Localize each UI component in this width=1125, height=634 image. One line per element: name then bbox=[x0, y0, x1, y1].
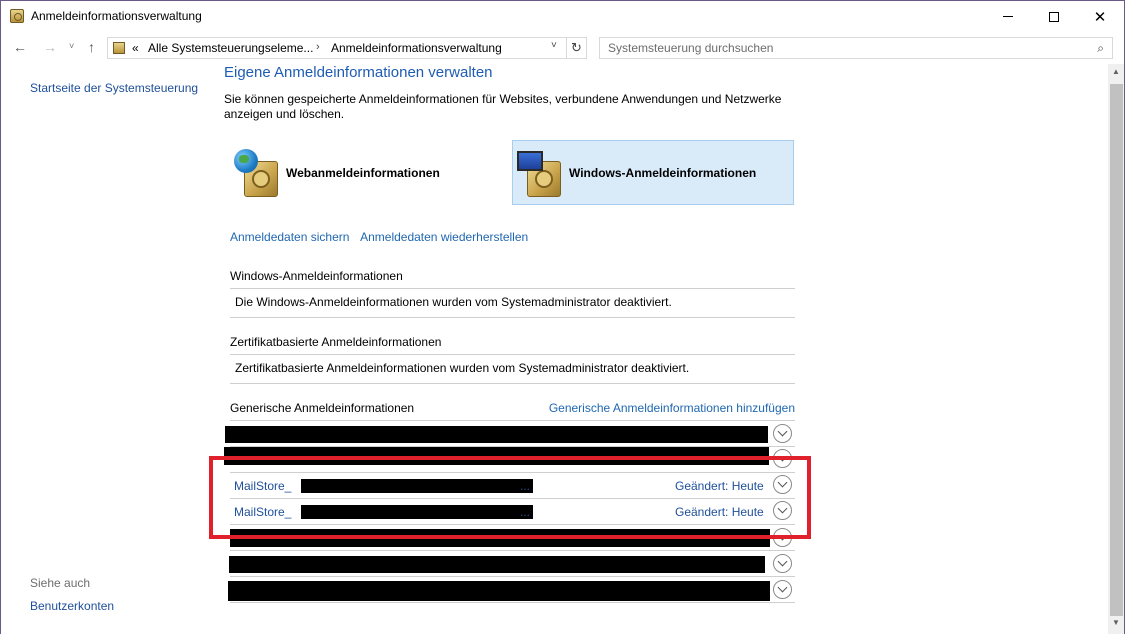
control-panel-icon bbox=[113, 42, 125, 54]
minimize-icon bbox=[1003, 16, 1013, 17]
backup-credentials-link[interactable]: Anmeldedaten sichern bbox=[230, 230, 349, 244]
title-bar: Anmeldeinformationsverwaltung ✕ bbox=[0, 0, 1125, 32]
credential-name[interactable]: MailStore_ bbox=[234, 505, 291, 519]
breadcrumb-overflow[interactable]: « bbox=[132, 41, 139, 55]
address-bar[interactable]: « Alle Systemsteuerungseleme... › Anmeld… bbox=[107, 37, 567, 59]
expand-icon[interactable] bbox=[773, 580, 792, 599]
expand-icon[interactable] bbox=[773, 528, 792, 547]
credential-changed-date: Geändert: Heute bbox=[675, 505, 764, 519]
control-panel-home-link[interactable]: Startseite der Systemsteuerung bbox=[30, 81, 198, 95]
breadcrumb-current[interactable]: Anmeldeinformationsverwaltung bbox=[331, 41, 502, 55]
breadcrumb-all-items[interactable]: Alle Systemsteuerungseleme... bbox=[148, 41, 313, 55]
credential-changed-date: Geändert: Heute bbox=[675, 479, 764, 493]
divider bbox=[230, 354, 795, 355]
scrollbar-thumb[interactable] bbox=[1110, 84, 1123, 616]
minimize-button[interactable] bbox=[985, 1, 1031, 32]
search-box[interactable]: ⌕ bbox=[599, 37, 1113, 59]
divider bbox=[230, 383, 795, 384]
row-divider bbox=[230, 602, 795, 603]
redacted-text bbox=[230, 529, 770, 547]
windows-credentials-message: Die Windows-Anmeldeinformationen wurden … bbox=[235, 295, 672, 309]
credential-name-ellipsis: ... bbox=[520, 505, 531, 519]
forward-button[interactable]: → bbox=[43, 39, 57, 55]
maximize-button[interactable] bbox=[1031, 1, 1077, 32]
address-dropdown-button[interactable]: ˅ bbox=[551, 40, 557, 51]
page-title: Eigene Anmeldeinformationen verwalten bbox=[224, 64, 493, 81]
credential-row[interactable] bbox=[224, 577, 795, 603]
redacted-text bbox=[229, 556, 765, 573]
redacted-text bbox=[225, 426, 768, 443]
search-icon[interactable]: ⌕ bbox=[1097, 41, 1104, 56]
windows-credentials-icon bbox=[513, 147, 565, 199]
expand-icon[interactable] bbox=[773, 501, 792, 520]
credential-row[interactable]: MailStore_ ... Geändert: Heute bbox=[224, 499, 795, 525]
recent-locations-button[interactable]: ˅ bbox=[69, 41, 74, 51]
redacted-text bbox=[228, 581, 770, 601]
restore-credentials-link[interactable]: Anmeldedaten wiederherstellen bbox=[360, 230, 528, 244]
intro-text: Sie können gespeicherte Anmeldeinformati… bbox=[224, 92, 782, 121]
maximize-icon bbox=[1049, 11, 1059, 22]
web-credentials-tile[interactable]: Webanmeldeinformationen bbox=[230, 140, 492, 205]
credential-row[interactable] bbox=[224, 447, 795, 473]
navigation-bar: ← → ˅ ↑ « Alle Systemsteuerungseleme... … bbox=[0, 32, 1125, 64]
credential-row[interactable] bbox=[224, 421, 795, 447]
credential-name[interactable]: MailStore_ bbox=[234, 479, 291, 493]
search-input[interactable] bbox=[608, 41, 1078, 55]
window-title: Anmeldeinformationsverwaltung bbox=[31, 9, 202, 23]
windows-credentials-label: Windows-Anmeldeinformationen bbox=[569, 165, 757, 180]
windows-credentials-tile[interactable]: Windows-Anmeldeinformationen bbox=[512, 140, 794, 205]
scroll-up-icon[interactable]: ▲ bbox=[1112, 67, 1120, 76]
user-accounts-link[interactable]: Benutzerkonten bbox=[30, 599, 114, 613]
windows-credentials-heading: Windows-Anmeldeinformationen bbox=[230, 269, 403, 283]
divider bbox=[230, 288, 795, 289]
redacted-text bbox=[301, 505, 533, 519]
redacted-text bbox=[224, 447, 769, 465]
credential-row[interactable]: MailStore_ ... Geändert: Heute bbox=[224, 473, 795, 499]
main-content: Eigene Anmeldeinformationen verwalten Si… bbox=[212, 64, 1108, 634]
credential-name-ellipsis: ... bbox=[520, 479, 531, 493]
certificate-credentials-message: Zertifikatbasierte Anmeldeinformationen … bbox=[235, 361, 690, 375]
certificate-credentials-heading: Zertifikatbasierte Anmeldeinformationen bbox=[230, 335, 442, 349]
expand-icon[interactable] bbox=[773, 554, 792, 573]
breadcrumb-separator[interactable]: › bbox=[316, 41, 320, 53]
generic-credentials-heading: Generische Anmeldeinformationen bbox=[230, 401, 415, 415]
expand-icon[interactable] bbox=[773, 424, 792, 443]
see-also-label: Siehe auch bbox=[30, 576, 91, 590]
backup-restore-links: Anmeldedaten sichern Anmeldedaten wieder… bbox=[230, 230, 536, 244]
close-icon: ✕ bbox=[1093, 8, 1107, 26]
divider bbox=[230, 317, 795, 318]
redacted-text bbox=[301, 479, 533, 493]
expand-icon[interactable] bbox=[773, 449, 792, 468]
web-credentials-icon bbox=[230, 147, 282, 199]
back-button[interactable]: ← bbox=[13, 39, 27, 55]
refresh-button[interactable]: ↻ bbox=[567, 37, 587, 59]
scroll-down-icon[interactable]: ▼ bbox=[1112, 618, 1120, 627]
credential-row[interactable] bbox=[224, 525, 795, 551]
credential-manager-icon bbox=[10, 9, 24, 23]
left-pane: Startseite der Systemsteuerung Siehe auc… bbox=[0, 64, 212, 634]
web-credentials-label: Webanmeldeinformationen bbox=[286, 165, 440, 180]
add-generic-credential-link[interactable]: Generische Anmeldeinformationen hinzufüg… bbox=[549, 401, 795, 415]
close-button[interactable]: ✕ bbox=[1077, 1, 1123, 32]
up-button[interactable]: ↑ bbox=[88, 39, 95, 55]
vertical-scrollbar[interactable]: ▲ ▼ bbox=[1108, 64, 1125, 634]
expand-icon[interactable] bbox=[773, 475, 792, 494]
credential-row[interactable] bbox=[224, 551, 795, 577]
